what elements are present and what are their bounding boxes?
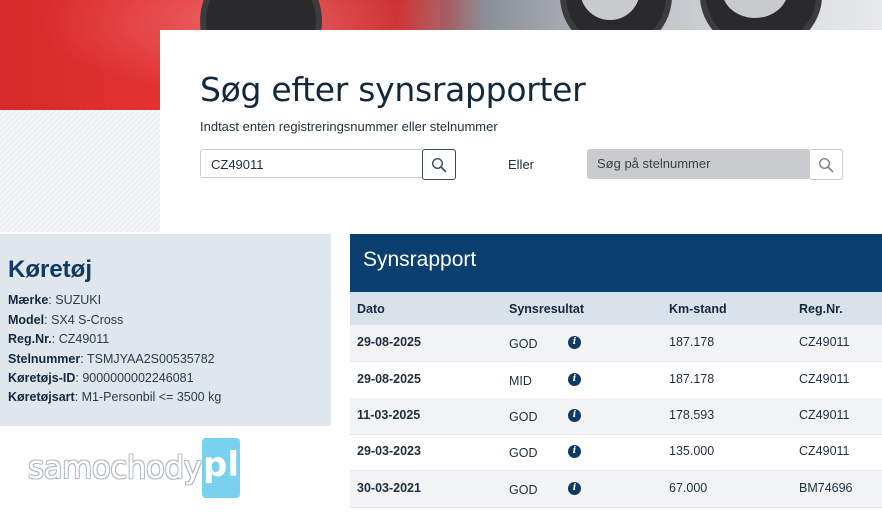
vehicle-field-type: Køretøjsart: M1-Personbil <= 3500 kg: [8, 390, 222, 404]
row-date: 30-03-2021: [357, 481, 421, 495]
table-row[interactable]: 29-08-2025 GOD i 187.178 CZ49011: [350, 325, 882, 362]
info-icon[interactable]: i: [568, 336, 581, 349]
info-icon[interactable]: i: [568, 409, 581, 422]
report-header: Synsrapport: [350, 234, 882, 292]
row-reg: BM74696: [799, 481, 853, 495]
watermark-box: pl: [202, 438, 240, 498]
vehicle-title: Køretøj: [8, 256, 92, 283]
column-reg: Reg.Nr.: [799, 302, 843, 316]
watermark-logo: samochody pl: [28, 438, 248, 498]
watermark-text: samochody: [28, 450, 202, 486]
page-title: Søg efter synsrapporter: [200, 70, 586, 109]
table-row[interactable]: 29-03-2023 GOD i 135.000 CZ49011: [350, 434, 882, 471]
row-date: 29-08-2025: [357, 372, 421, 386]
column-km: Km-stand: [669, 302, 727, 316]
vehicle-field-vin: Stelnummer: TSMJYAA2S00535782: [8, 352, 215, 366]
report-panel: Synsrapport Dato Synsresultat Km-stand R…: [350, 234, 882, 519]
vehicle-field-make: Mærke: SUZUKI: [8, 293, 102, 307]
row-result: GOD: [509, 410, 538, 424]
info-icon[interactable]: i: [568, 373, 581, 386]
row-reg: CZ49011: [799, 372, 850, 386]
row-date: 11-03-2025: [357, 408, 421, 422]
vehicle-field-id: Køretøjs-ID: 9000000002246081: [8, 371, 194, 385]
row-date: 29-03-2023: [357, 444, 421, 458]
search-icon: [431, 157, 447, 172]
column-date: Dato: [357, 302, 385, 316]
search-icon: [818, 157, 834, 172]
row-result: MID: [509, 374, 532, 388]
registration-search-button[interactable]: [422, 149, 456, 180]
row-km: 187.178: [669, 335, 715, 349]
table-header: Dato Synsresultat Km-stand Reg.Nr.: [350, 292, 882, 325]
vin-search-input[interactable]: Søg på stelnummer: [587, 149, 809, 179]
row-km: 187.178: [669, 372, 715, 386]
row-km: 67.000: [669, 481, 708, 495]
row-result: GOD: [509, 446, 538, 460]
table-row[interactable]: 30-03-2021 GOD i 67.000 BM74696: [350, 471, 882, 508]
row-km: 178.593: [669, 408, 715, 422]
row-date: 29-08-2025: [357, 335, 421, 349]
report-title: Synsrapport: [363, 248, 477, 271]
search-subtitle: Indtast enten registreringsnummer eller …: [200, 119, 498, 134]
vehicle-field-reg: Reg.Nr.: CZ49011: [8, 332, 110, 346]
row-result: GOD: [509, 483, 538, 497]
table-row[interactable]: 29-08-2025 MID i 187.178 CZ49011: [350, 362, 882, 399]
decorative-stripes: [0, 110, 160, 232]
row-km: 135.000: [669, 444, 715, 458]
row-result: GOD: [509, 337, 538, 351]
search-card: Søg efter synsrapporter Indtast enten re…: [160, 30, 882, 232]
info-icon[interactable]: i: [568, 482, 581, 495]
registration-number-input[interactable]: CZ49011: [200, 149, 422, 178]
vehicle-field-model: Model: SX4 S-Cross: [8, 313, 124, 327]
row-reg: CZ49011: [799, 408, 850, 422]
or-label: Eller: [508, 157, 535, 172]
table-row[interactable]: 11-03-2025 GOD i 178.593 CZ49011: [350, 398, 882, 435]
vin-search-button[interactable]: [809, 149, 843, 180]
row-reg: CZ49011: [799, 335, 850, 349]
vehicle-panel: Køretøj Mærke: SUZUKI Model: SX4 S-Cross…: [0, 234, 331, 426]
row-reg: CZ49011: [799, 444, 850, 458]
info-icon[interactable]: i: [568, 445, 581, 458]
column-result: Synsresultat: [509, 302, 585, 316]
